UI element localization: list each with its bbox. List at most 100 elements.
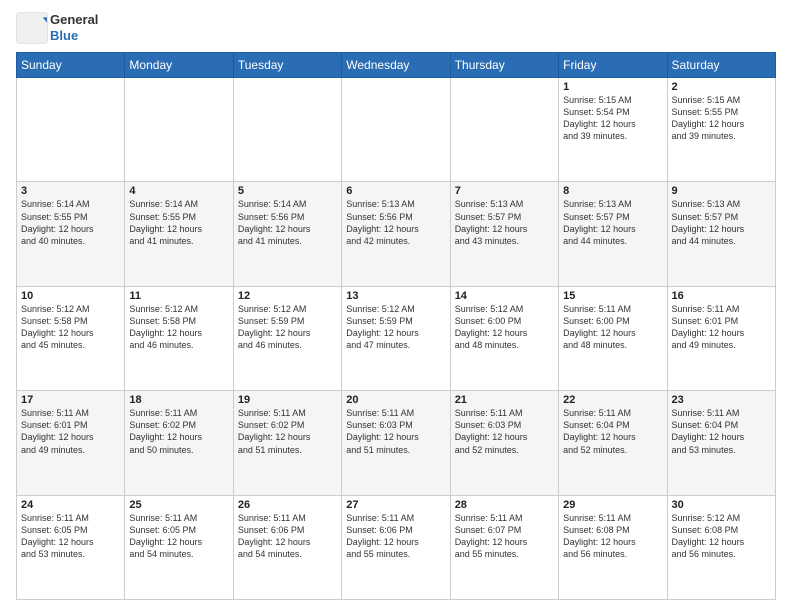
day-info: Sunrise: 5:13 AM Sunset: 5:57 PM Dayligh… (672, 198, 771, 247)
calendar-page: General Blue SundayMondayTuesdayWednesda… (0, 0, 792, 612)
logo-svg (16, 12, 48, 44)
calendar-day: 2Sunrise: 5:15 AM Sunset: 5:55 PM Daylig… (667, 78, 775, 182)
day-info: Sunrise: 5:12 AM Sunset: 5:58 PM Dayligh… (129, 303, 228, 352)
day-number: 24 (21, 499, 120, 511)
day-info: Sunrise: 5:11 AM Sunset: 6:05 PM Dayligh… (21, 512, 120, 561)
weekday-header: Sunday (17, 53, 125, 78)
calendar-day: 18Sunrise: 5:11 AM Sunset: 6:02 PM Dayli… (125, 391, 233, 495)
day-number: 5 (238, 185, 337, 197)
day-number: 8 (563, 185, 662, 197)
calendar-day: 14Sunrise: 5:12 AM Sunset: 6:00 PM Dayli… (450, 286, 558, 390)
day-info: Sunrise: 5:11 AM Sunset: 6:03 PM Dayligh… (455, 407, 554, 456)
day-info: Sunrise: 5:13 AM Sunset: 5:57 PM Dayligh… (455, 198, 554, 247)
calendar-day: 5Sunrise: 5:14 AM Sunset: 5:56 PM Daylig… (233, 182, 341, 286)
header: General Blue (16, 12, 776, 44)
day-info: Sunrise: 5:13 AM Sunset: 5:57 PM Dayligh… (563, 198, 662, 247)
calendar-empty (233, 78, 341, 182)
day-info: Sunrise: 5:11 AM Sunset: 6:02 PM Dayligh… (238, 407, 337, 456)
day-info: Sunrise: 5:11 AM Sunset: 6:07 PM Dayligh… (455, 512, 554, 561)
logo-general: General (50, 12, 98, 28)
day-info: Sunrise: 5:11 AM Sunset: 6:02 PM Dayligh… (129, 407, 228, 456)
calendar-empty (450, 78, 558, 182)
day-number: 27 (346, 499, 445, 511)
day-info: Sunrise: 5:14 AM Sunset: 5:55 PM Dayligh… (21, 198, 120, 247)
day-number: 22 (563, 394, 662, 406)
day-number: 20 (346, 394, 445, 406)
calendar-day: 7Sunrise: 5:13 AM Sunset: 5:57 PM Daylig… (450, 182, 558, 286)
day-info: Sunrise: 5:11 AM Sunset: 6:01 PM Dayligh… (21, 407, 120, 456)
day-info: Sunrise: 5:11 AM Sunset: 6:03 PM Dayligh… (346, 407, 445, 456)
day-info: Sunrise: 5:11 AM Sunset: 6:06 PM Dayligh… (346, 512, 445, 561)
day-info: Sunrise: 5:11 AM Sunset: 6:00 PM Dayligh… (563, 303, 662, 352)
day-info: Sunrise: 5:13 AM Sunset: 5:56 PM Dayligh… (346, 198, 445, 247)
weekday-header: Friday (559, 53, 667, 78)
calendar-day: 30Sunrise: 5:12 AM Sunset: 6:08 PM Dayli… (667, 495, 775, 599)
calendar-day: 24Sunrise: 5:11 AM Sunset: 6:05 PM Dayli… (17, 495, 125, 599)
day-number: 16 (672, 290, 771, 302)
calendar-day: 6Sunrise: 5:13 AM Sunset: 5:56 PM Daylig… (342, 182, 450, 286)
day-number: 12 (238, 290, 337, 302)
logo: General Blue (16, 12, 98, 44)
calendar-day: 15Sunrise: 5:11 AM Sunset: 6:00 PM Dayli… (559, 286, 667, 390)
weekday-header: Tuesday (233, 53, 341, 78)
day-info: Sunrise: 5:12 AM Sunset: 6:00 PM Dayligh… (455, 303, 554, 352)
day-info: Sunrise: 5:15 AM Sunset: 5:55 PM Dayligh… (672, 94, 771, 143)
day-info: Sunrise: 5:12 AM Sunset: 6:08 PM Dayligh… (672, 512, 771, 561)
day-number: 9 (672, 185, 771, 197)
day-info: Sunrise: 5:11 AM Sunset: 6:01 PM Dayligh… (672, 303, 771, 352)
calendar-day: 12Sunrise: 5:12 AM Sunset: 5:59 PM Dayli… (233, 286, 341, 390)
day-number: 15 (563, 290, 662, 302)
day-number: 29 (563, 499, 662, 511)
calendar-day: 3Sunrise: 5:14 AM Sunset: 5:55 PM Daylig… (17, 182, 125, 286)
calendar-day: 19Sunrise: 5:11 AM Sunset: 6:02 PM Dayli… (233, 391, 341, 495)
weekday-header: Saturday (667, 53, 775, 78)
calendar-day: 27Sunrise: 5:11 AM Sunset: 6:06 PM Dayli… (342, 495, 450, 599)
calendar-day: 1Sunrise: 5:15 AM Sunset: 5:54 PM Daylig… (559, 78, 667, 182)
day-number: 1 (563, 81, 662, 93)
day-number: 6 (346, 185, 445, 197)
day-number: 19 (238, 394, 337, 406)
day-info: Sunrise: 5:11 AM Sunset: 6:06 PM Dayligh… (238, 512, 337, 561)
calendar-day: 11Sunrise: 5:12 AM Sunset: 5:58 PM Dayli… (125, 286, 233, 390)
day-number: 13 (346, 290, 445, 302)
day-number: 2 (672, 81, 771, 93)
day-number: 28 (455, 499, 554, 511)
day-info: Sunrise: 5:12 AM Sunset: 5:59 PM Dayligh… (238, 303, 337, 352)
day-info: Sunrise: 5:14 AM Sunset: 5:55 PM Dayligh… (129, 198, 228, 247)
calendar-day: 16Sunrise: 5:11 AM Sunset: 6:01 PM Dayli… (667, 286, 775, 390)
day-info: Sunrise: 5:11 AM Sunset: 6:08 PM Dayligh… (563, 512, 662, 561)
day-number: 7 (455, 185, 554, 197)
calendar-empty (17, 78, 125, 182)
day-number: 3 (21, 185, 120, 197)
calendar-day: 20Sunrise: 5:11 AM Sunset: 6:03 PM Dayli… (342, 391, 450, 495)
day-number: 30 (672, 499, 771, 511)
calendar-day: 4Sunrise: 5:14 AM Sunset: 5:55 PM Daylig… (125, 182, 233, 286)
day-info: Sunrise: 5:11 AM Sunset: 6:05 PM Dayligh… (129, 512, 228, 561)
calendar-empty (125, 78, 233, 182)
calendar-day: 8Sunrise: 5:13 AM Sunset: 5:57 PM Daylig… (559, 182, 667, 286)
calendar-day: 9Sunrise: 5:13 AM Sunset: 5:57 PM Daylig… (667, 182, 775, 286)
calendar-day: 29Sunrise: 5:11 AM Sunset: 6:08 PM Dayli… (559, 495, 667, 599)
calendar-day: 28Sunrise: 5:11 AM Sunset: 6:07 PM Dayli… (450, 495, 558, 599)
day-info: Sunrise: 5:11 AM Sunset: 6:04 PM Dayligh… (672, 407, 771, 456)
calendar-day: 10Sunrise: 5:12 AM Sunset: 5:58 PM Dayli… (17, 286, 125, 390)
day-number: 10 (21, 290, 120, 302)
calendar-day: 25Sunrise: 5:11 AM Sunset: 6:05 PM Dayli… (125, 495, 233, 599)
day-info: Sunrise: 5:14 AM Sunset: 5:56 PM Dayligh… (238, 198, 337, 247)
calendar-day: 21Sunrise: 5:11 AM Sunset: 6:03 PM Dayli… (450, 391, 558, 495)
calendar-day: 13Sunrise: 5:12 AM Sunset: 5:59 PM Dayli… (342, 286, 450, 390)
calendar-day: 26Sunrise: 5:11 AM Sunset: 6:06 PM Dayli… (233, 495, 341, 599)
calendar-day: 22Sunrise: 5:11 AM Sunset: 6:04 PM Dayli… (559, 391, 667, 495)
calendar-empty (342, 78, 450, 182)
calendar-day: 17Sunrise: 5:11 AM Sunset: 6:01 PM Dayli… (17, 391, 125, 495)
day-number: 21 (455, 394, 554, 406)
weekday-header: Wednesday (342, 53, 450, 78)
weekday-header: Monday (125, 53, 233, 78)
logo-blue: Blue (50, 28, 98, 44)
day-info: Sunrise: 5:15 AM Sunset: 5:54 PM Dayligh… (563, 94, 662, 143)
day-info: Sunrise: 5:12 AM Sunset: 5:58 PM Dayligh… (21, 303, 120, 352)
calendar-day: 23Sunrise: 5:11 AM Sunset: 6:04 PM Dayli… (667, 391, 775, 495)
day-info: Sunrise: 5:12 AM Sunset: 5:59 PM Dayligh… (346, 303, 445, 352)
day-number: 25 (129, 499, 228, 511)
day-number: 26 (238, 499, 337, 511)
